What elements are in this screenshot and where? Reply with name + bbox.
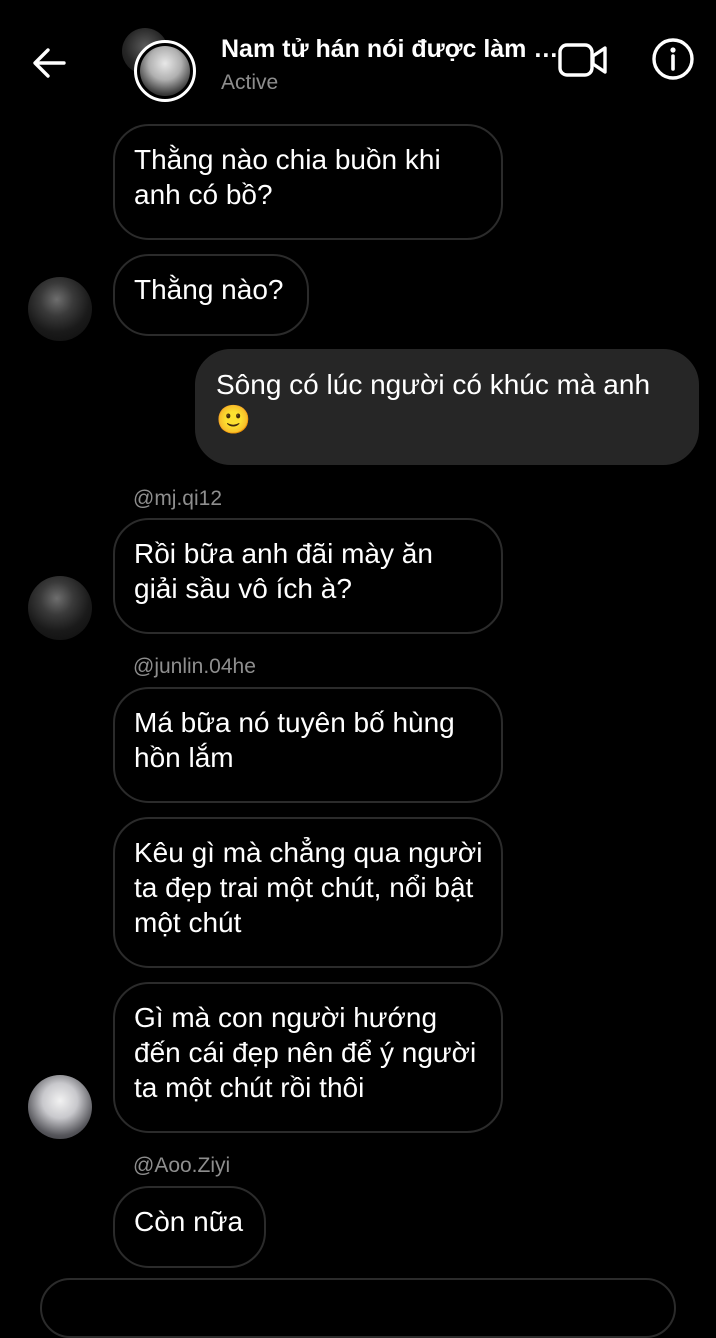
back-button[interactable]	[26, 40, 72, 86]
video-camera-icon	[558, 43, 607, 77]
message-bubble[interactable]: Gì mà con người hướng đến cái đẹp nên để…	[113, 982, 503, 1133]
arrow-left-icon	[33, 48, 66, 78]
message-bubble[interactable]: Kêu gì mà chẳng qua người ta đẹp trai mộ…	[113, 817, 503, 968]
video-call-button[interactable]	[556, 38, 610, 82]
active-status: Active	[221, 71, 279, 94]
message-text: Má bữa nó tuyên bố hùng hồn lắm	[134, 707, 455, 773]
chat-header: Nam tử hán nói được làm đ... Active	[0, 0, 716, 120]
message-text: Gì mà con người hướng đến cái đẹp nên để…	[134, 1002, 477, 1103]
message-text: Rồi bữa anh đãi mày ăn giải sầu vô ích à…	[134, 538, 433, 604]
outgoing-message-bubble[interactable]: Sông có lúc người có khúc mà anh 🙂	[195, 349, 699, 465]
chat-title[interactable]: Nam tử hán nói được làm đ...	[221, 34, 559, 64]
info-circle-icon	[652, 38, 694, 80]
message-input[interactable]	[40, 1278, 676, 1338]
sender-name: @mj.qi12	[133, 487, 223, 510]
message-bubble[interactable]: Còn nữa	[113, 1186, 266, 1268]
message-bubble[interactable]: Má bữa nó tuyên bố hùng hồn lắm	[113, 687, 503, 803]
message-bubble[interactable]: Thằng nào?	[113, 254, 309, 336]
group-avatar[interactable]	[122, 28, 196, 102]
avatar[interactable]	[28, 1075, 92, 1139]
message-text: Sông có lúc người có khúc mà anh 🙂	[216, 369, 651, 435]
sender-name: @junlin.04he	[133, 655, 256, 678]
sender-name: @Aoo.Ziyi	[133, 1154, 231, 1177]
avatar	[134, 40, 196, 102]
message-text: Thằng nào chia buồn khi anh có bồ?	[134, 144, 441, 210]
message-text: Thằng nào?	[134, 274, 284, 305]
message-text: Kêu gì mà chẳng qua người ta đẹp trai mộ…	[134, 837, 483, 938]
avatar[interactable]	[28, 576, 92, 640]
message-bubble[interactable]: Rồi bữa anh đãi mày ăn giải sầu vô ích à…	[113, 518, 503, 634]
info-button[interactable]	[650, 36, 696, 82]
avatar[interactable]	[28, 277, 92, 341]
message-bubble[interactable]: Thằng nào chia buồn khi anh có bồ?	[113, 124, 503, 240]
message-text: Còn nữa	[134, 1206, 244, 1237]
